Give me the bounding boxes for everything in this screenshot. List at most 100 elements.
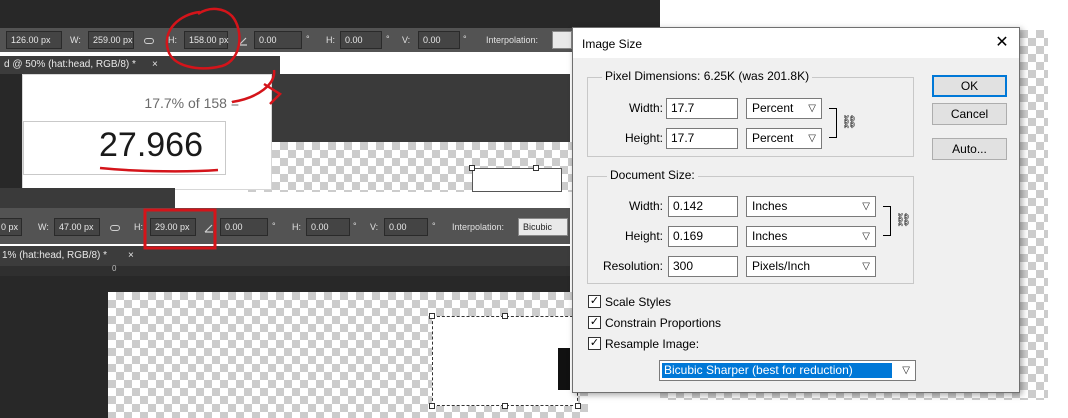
document-tab-bottom[interactable]: 1% (hat:head, RGB/8) * bbox=[2, 248, 107, 264]
chevron-down-icon: ▽ bbox=[902, 365, 910, 376]
chevron-down-icon: ▽ bbox=[808, 133, 816, 144]
resolution-unit-select[interactable]: Pixels/Inch ▽ bbox=[746, 256, 876, 277]
degree-symbol: ° bbox=[306, 34, 310, 44]
document-tab-bar-top: d @ 50% (hat:head, RGB/8) * × bbox=[0, 56, 280, 74]
calculator-card: 17.7% of 158 = 27.966 bbox=[22, 74, 272, 190]
angle-icon bbox=[238, 37, 247, 46]
h-label: H: bbox=[168, 35, 177, 45]
angle-field[interactable]: 0.00 bbox=[254, 31, 302, 49]
link-bracket bbox=[883, 206, 891, 236]
chevron-down-icon: ▽ bbox=[862, 201, 870, 212]
ps-dark-gap bbox=[270, 74, 570, 142]
hskew-label: H: bbox=[292, 222, 301, 232]
transform-handle[interactable] bbox=[575, 403, 581, 409]
document-size-title: Document Size: bbox=[607, 168, 698, 182]
transform-handle[interactable] bbox=[429, 313, 435, 319]
hskew-label: H: bbox=[326, 35, 335, 45]
doc-width-unit: Inches bbox=[752, 199, 788, 213]
resolution-unit: Pixels/Inch bbox=[752, 259, 811, 273]
hskew-field[interactable]: 0.00 bbox=[306, 218, 350, 236]
height-field[interactable]: 158.00 px bbox=[184, 31, 229, 49]
cancel-button[interactable]: Cancel bbox=[932, 103, 1007, 125]
pixel-width-unit-select[interactable]: Percent ▽ bbox=[746, 98, 822, 119]
doc-width-field[interactable]: 0.142 bbox=[668, 196, 738, 217]
scale-styles-checkbox[interactable]: ✓ bbox=[588, 295, 601, 308]
transform-handle[interactable] bbox=[533, 165, 539, 171]
pixel-width-field[interactable]: 17.7 bbox=[666, 98, 738, 119]
layer-dark-patch bbox=[558, 348, 570, 390]
height-field[interactable]: 29.00 px bbox=[150, 218, 196, 236]
doc-height-field[interactable]: 0.169 bbox=[668, 226, 738, 247]
resolution-label: Resolution: bbox=[602, 259, 663, 273]
pixel-height-label: Height: bbox=[624, 131, 663, 145]
degree-symbol: ° bbox=[432, 221, 436, 231]
image-size-dialog: Image Size ✕ Pixel Dimensions: 6.25K (wa… bbox=[572, 27, 1020, 393]
transform-handle[interactable] bbox=[502, 313, 508, 319]
chain-link-icon[interactable]: ⛓ bbox=[841, 114, 858, 130]
transform-handle[interactable] bbox=[502, 403, 508, 409]
tab-close-icon[interactable]: × bbox=[152, 57, 158, 73]
width-field[interactable]: 47.00 px bbox=[54, 218, 100, 236]
vskew-field[interactable]: 0.00 bbox=[384, 218, 428, 236]
ps-left-panel-top bbox=[0, 74, 22, 188]
tab-close-icon[interactable]: × bbox=[128, 248, 134, 264]
doc-width-label: Width: bbox=[628, 199, 663, 213]
degree-symbol: ° bbox=[353, 221, 357, 231]
doc-height-unit-select[interactable]: Inches ▽ bbox=[746, 226, 876, 247]
w-label: W: bbox=[70, 35, 81, 45]
angle-icon bbox=[204, 224, 213, 233]
w-label: W: bbox=[38, 222, 49, 232]
chevron-down-icon: ▽ bbox=[808, 103, 816, 114]
link-icon[interactable] bbox=[144, 38, 154, 44]
resample-method-select[interactable]: Bicubic Sharper (best for reduction) ▽ bbox=[659, 360, 916, 381]
calc-result: 27.966 bbox=[99, 126, 203, 164]
selected-layer-bottom[interactable] bbox=[432, 316, 578, 406]
degree-symbol: ° bbox=[463, 34, 467, 44]
selected-layer-top[interactable] bbox=[472, 168, 562, 192]
calc-expression: 17.7% of 158 = bbox=[144, 95, 239, 111]
width-field[interactable]: 259.00 px bbox=[88, 31, 134, 49]
chain-link-icon[interactable]: ⛓ bbox=[895, 212, 912, 228]
options-bar-top: 126.00 px W: 259.00 px H: 158.00 px 0.00… bbox=[0, 28, 660, 52]
constrain-proportions-label: Constrain Proportions bbox=[605, 316, 722, 330]
vskew-field[interactable]: 0.00 bbox=[418, 31, 460, 49]
transform-handle[interactable] bbox=[469, 165, 475, 171]
doc-width-unit-select[interactable]: Inches ▽ bbox=[746, 196, 876, 217]
interpolation-select[interactable]: Bicubic bbox=[518, 218, 568, 236]
pixel-height-field[interactable]: 17.7 bbox=[666, 128, 738, 149]
document-tab-bar-bottom: 1% (hat:head, RGB/8) * × bbox=[0, 246, 570, 266]
pixel-height-unit-select[interactable]: Percent ▽ bbox=[746, 128, 822, 149]
degree-symbol: ° bbox=[272, 221, 276, 231]
doc-height-unit: Inches bbox=[752, 229, 788, 243]
vskew-label: V: bbox=[370, 222, 379, 232]
ps-top-strip-2 bbox=[0, 188, 175, 208]
resample-image-checkbox[interactable]: ✓ bbox=[588, 337, 601, 350]
degree-symbol: ° bbox=[386, 34, 390, 44]
scale-styles-label: Scale Styles bbox=[605, 295, 672, 309]
angle-field[interactable]: 0.00 bbox=[220, 218, 268, 236]
ps-top-strip bbox=[0, 0, 660, 28]
x-field[interactable]: 0 px bbox=[0, 218, 22, 236]
close-icon[interactable]: ✕ bbox=[993, 34, 1011, 52]
interpolation-select[interactable] bbox=[552, 31, 572, 49]
doc-height-label: Height: bbox=[624, 229, 663, 243]
hskew-field[interactable]: 0.00 bbox=[340, 31, 382, 49]
pixel-width-label: Width: bbox=[628, 101, 663, 115]
link-bracket bbox=[829, 108, 837, 138]
resample-image-label: Resample Image: bbox=[605, 337, 700, 351]
auto-button[interactable]: Auto... bbox=[932, 138, 1007, 160]
ps-left-panel-bottom bbox=[0, 276, 108, 418]
chevron-down-icon: ▽ bbox=[862, 231, 870, 242]
ok-button[interactable]: OK bbox=[932, 75, 1007, 97]
document-tab-top[interactable]: d @ 50% (hat:head, RGB/8) * bbox=[4, 57, 136, 73]
constrain-proportions-checkbox[interactable]: ✓ bbox=[588, 316, 601, 329]
pixel-dimensions-title: Pixel Dimensions: 6.25K (was 201.8K) bbox=[602, 69, 813, 83]
vskew-label: V: bbox=[402, 35, 411, 45]
transform-handle[interactable] bbox=[429, 403, 435, 409]
x-field[interactable]: 126.00 px bbox=[6, 31, 62, 49]
pixel-width-unit: Percent bbox=[752, 101, 794, 115]
link-icon[interactable] bbox=[110, 225, 120, 231]
dialog-titlebar[interactable]: Image Size ✕ bbox=[573, 28, 1019, 58]
dialog-title: Image Size bbox=[582, 37, 643, 51]
resolution-field[interactable]: 300 bbox=[668, 256, 738, 277]
